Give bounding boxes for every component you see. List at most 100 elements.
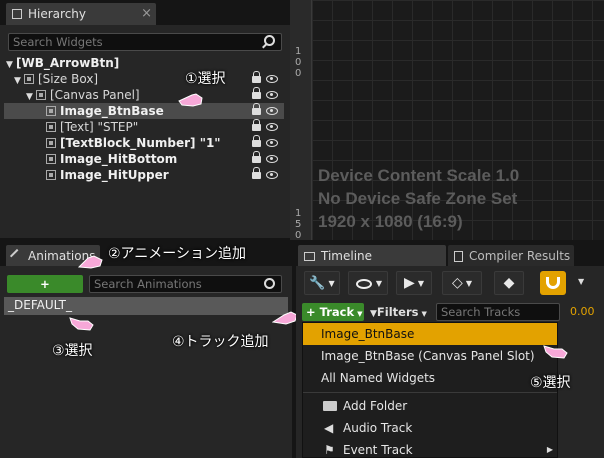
tree-item-image-hitbottom[interactable]: Image_HitBottom bbox=[46, 151, 177, 167]
search-tracks-placeholder: Search Tracks bbox=[441, 305, 521, 319]
settings-wrench-button[interactable]: 🔧 ▼ bbox=[304, 271, 340, 295]
menu-item-event-track[interactable]: ⚑ Event Track ▶ bbox=[303, 439, 557, 458]
search-icon[interactable] bbox=[264, 278, 275, 289]
image-widget-icon bbox=[46, 170, 56, 180]
lock-icon[interactable] bbox=[252, 167, 261, 179]
eye-icon[interactable] bbox=[266, 139, 278, 147]
tree-item-label: Image_HitUpper bbox=[60, 168, 169, 182]
vertical-ruler: 1 0 0 1 5 0 bbox=[290, 0, 312, 241]
tree-item-label: [Text] "STEP" bbox=[60, 120, 139, 134]
track-dropdown-menu: Image_BtnBase Image_BtnBase (Canvas Pane… bbox=[302, 322, 558, 458]
canvas-panel-icon bbox=[36, 90, 46, 100]
chevron-down-icon: ▼ bbox=[417, 278, 424, 288]
chevron-down-icon[interactable]: ▼ bbox=[578, 277, 584, 286]
pointing-hand-icon bbox=[178, 93, 203, 107]
tree-item-image-btnbase[interactable]: Image_BtnBase bbox=[46, 103, 164, 119]
tree-item-text-step[interactable]: [Text] "STEP" bbox=[46, 119, 138, 135]
menu-item-image-btnbase[interactable]: Image_BtnBase bbox=[303, 323, 557, 345]
text-widget-icon bbox=[46, 138, 56, 148]
annotation-step5: ⑤選択 bbox=[530, 375, 571, 391]
animations-panel: + Animation Search Animations _DEFAULT_ bbox=[0, 266, 292, 458]
tree-item-label: Image_HitBottom bbox=[60, 152, 178, 166]
size-box-icon bbox=[24, 74, 34, 84]
pointing-hand-icon bbox=[272, 311, 298, 325]
search-widgets-input[interactable]: Search Widgets bbox=[8, 33, 282, 51]
search-tracks-input[interactable]: Search Tracks bbox=[436, 303, 560, 321]
pointing-hand-icon bbox=[78, 255, 103, 269]
snap-button[interactable] bbox=[540, 271, 566, 295]
tree-item-wb-arrowbtn[interactable]: ▼ [WB_ArrowBtn] bbox=[6, 55, 119, 71]
search-animations-input[interactable]: Search Animations bbox=[89, 275, 282, 293]
device-info-scale: Device Content Scale 1.0 bbox=[318, 166, 520, 185]
annotation-step1: ①選択 bbox=[185, 71, 226, 87]
auto-key-button[interactable]: ◆ bbox=[494, 271, 524, 295]
animation-item-label: _DEFAULT_ bbox=[8, 298, 72, 312]
lock-icon[interactable] bbox=[252, 71, 261, 83]
time-readout: 0.00 bbox=[570, 305, 595, 318]
play-button[interactable]: ▶ ▼ bbox=[396, 271, 432, 295]
annotation-step2: ②アニメーション追加 bbox=[108, 246, 246, 262]
key-diamond-icon: ◆ bbox=[503, 275, 515, 291]
hierarchy-panel: Search Widgets ▼ [WB_ArrowBtn] ▼ [Size Box… bbox=[0, 25, 290, 238]
tab-hierarchy[interactable]: Hierarchy × bbox=[6, 3, 156, 25]
chevron-down-icon: ▼ bbox=[357, 310, 363, 318]
eye-icon[interactable] bbox=[266, 75, 278, 83]
add-animation-button[interactable]: + Animation bbox=[7, 275, 83, 309]
device-info: Device Content Scale 1.0 No Device Safe … bbox=[318, 164, 519, 233]
eye-icon[interactable] bbox=[266, 91, 278, 99]
chevron-down-icon: ▼ bbox=[375, 278, 383, 288]
designer-canvas[interactable]: 1 0 0 1 5 0 Device Content Scale 1.0 No … bbox=[290, 0, 604, 241]
tab-timeline[interactable]: Timeline bbox=[298, 245, 446, 267]
menu-item-label: Event Track bbox=[343, 443, 413, 457]
lock-icon[interactable] bbox=[252, 87, 261, 99]
close-icon[interactable]: × bbox=[141, 6, 152, 21]
tab-compiler-results[interactable]: Compiler Results bbox=[448, 245, 574, 267]
chevron-down-icon: ▼ bbox=[328, 278, 335, 288]
eye-icon bbox=[356, 279, 372, 289]
pointing-hand-icon bbox=[543, 345, 568, 359]
hierarchy-tab-icon bbox=[12, 9, 22, 19]
play-icon: ▶ bbox=[404, 275, 415, 291]
magnet-icon bbox=[546, 277, 560, 289]
wrench-icon: 🔧 bbox=[309, 275, 326, 291]
menu-item-label: Audio Track bbox=[343, 421, 413, 435]
image-widget-icon bbox=[46, 106, 56, 116]
annotation-step4: ④トラック追加 bbox=[172, 334, 269, 350]
view-options-button[interactable]: ▼ bbox=[348, 271, 388, 295]
add-track-button[interactable]: + Track ▼ bbox=[302, 303, 364, 321]
tree-item-size-box[interactable]: ▼ [Size Box] bbox=[14, 71, 98, 87]
animation-list-item-default[interactable]: _DEFAULT_ bbox=[4, 297, 288, 315]
timeline-tab-label: Timeline bbox=[321, 249, 373, 263]
diamond-icon: ◇ bbox=[452, 275, 463, 291]
device-info-safezone: No Device Safe Zone Set bbox=[318, 189, 518, 208]
lock-icon[interactable] bbox=[252, 151, 261, 163]
lock-icon[interactable] bbox=[252, 103, 261, 115]
tree-item-label: [Canvas Panel] bbox=[50, 88, 140, 102]
compiler-tab-icon bbox=[454, 250, 463, 262]
filters-button[interactable]: ▼Filters ▼ bbox=[370, 304, 427, 320]
tree-item-canvas-panel[interactable]: ▼ [Canvas Panel] bbox=[26, 87, 140, 103]
submenu-arrow-icon: ▶ bbox=[546, 445, 553, 454]
search-animations-placeholder: Search Animations bbox=[94, 277, 202, 291]
tree-item-textblock-number[interactable]: [TextBlock_Number] "1" bbox=[46, 135, 221, 151]
key-button[interactable]: ◇ ▼ bbox=[442, 271, 482, 295]
expand-arrow-icon[interactable]: ▼ bbox=[14, 73, 24, 89]
speaker-icon: ◀ bbox=[324, 421, 334, 435]
lock-icon[interactable] bbox=[252, 119, 261, 131]
animation-tab-icon bbox=[9, 248, 25, 264]
menu-item-audio-track[interactable]: ◀ Audio Track bbox=[303, 417, 557, 439]
eye-icon[interactable] bbox=[266, 155, 278, 163]
eye-icon[interactable] bbox=[266, 123, 278, 131]
menu-item-add-folder[interactable]: Add Folder bbox=[303, 395, 557, 417]
lock-icon[interactable] bbox=[252, 135, 261, 147]
compiler-tab-label: Compiler Results bbox=[469, 249, 571, 263]
filters-label: Filters bbox=[376, 305, 419, 319]
folder-icon bbox=[323, 401, 337, 411]
tree-item-label: [Size Box] bbox=[38, 72, 99, 86]
menu-item-all-named-widgets[interactable]: All Named Widgets bbox=[303, 367, 557, 389]
eye-icon[interactable] bbox=[266, 107, 278, 115]
menu-item-image-btnbase-slot[interactable]: Image_BtnBase (Canvas Panel Slot) bbox=[303, 345, 557, 367]
image-widget-icon bbox=[46, 154, 56, 164]
eye-icon[interactable] bbox=[266, 171, 278, 179]
tree-item-image-hitupper[interactable]: Image_HitUpper bbox=[46, 167, 169, 183]
